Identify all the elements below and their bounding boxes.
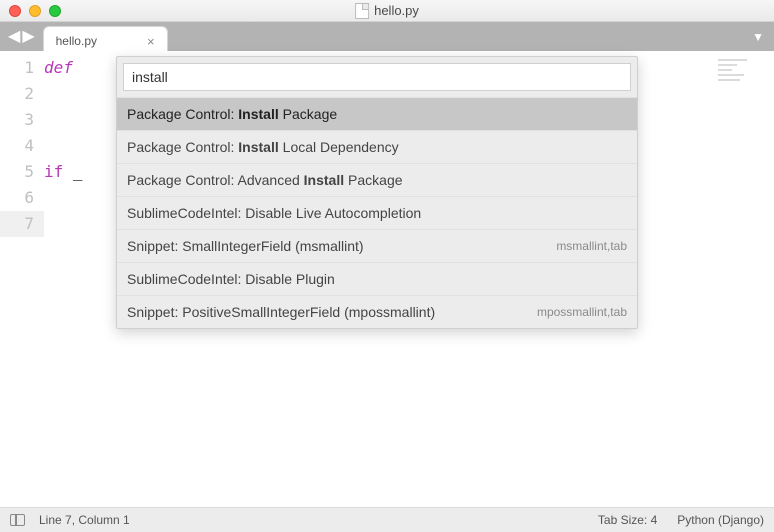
status-position[interactable]: Line 7, Column 1 (39, 513, 130, 527)
tab-overflow-icon[interactable]: ▼ (752, 30, 764, 44)
close-window-button[interactable] (9, 5, 21, 17)
tab-label: hello.py (56, 34, 97, 48)
window-controls (9, 5, 61, 17)
window-title: hello.py (355, 3, 419, 19)
palette-item[interactable]: Snippet: PositiveSmallIntegerField (mpos… (117, 295, 637, 328)
statusbar: Line 7, Column 1 Tab Size: 4 Python (Dja… (0, 507, 774, 532)
command-palette: install Package Control: Install Package… (116, 56, 638, 329)
palette-item[interactable]: Snippet: SmallIntegerField (msmallint) m… (117, 229, 637, 262)
line-number: 5 (24, 162, 34, 181)
titlebar: hello.py (0, 0, 774, 22)
zoom-window-button[interactable] (49, 5, 61, 17)
tab-strip: ◀ ▶ hello.py × ▼ (0, 22, 774, 51)
palette-item[interactable]: Package Control: Advanced Install Packag… (117, 163, 637, 196)
command-palette-list: Package Control: Install Package Package… (117, 97, 637, 328)
status-tab-size[interactable]: Tab Size: 4 (598, 513, 657, 527)
command-palette-query: install (132, 69, 168, 85)
code-text (44, 188, 63, 207)
minimap[interactable] (718, 56, 766, 96)
line-number: 2 (24, 84, 34, 103)
palette-hint: mpossmallint,tab (537, 305, 627, 319)
keyword-def: def (44, 58, 73, 77)
line-number: 4 (24, 136, 34, 155)
window-title-text: hello.py (374, 3, 419, 18)
status-syntax[interactable]: Python (Django) (677, 513, 764, 527)
line-number: 1 (24, 58, 34, 77)
palette-item[interactable]: SublimeCodeIntel: Disable Live Autocompl… (117, 196, 637, 229)
tab-close-icon[interactable]: × (147, 34, 155, 49)
palette-item[interactable]: Package Control: Install Package (117, 97, 637, 130)
gutter: 1 2 3 4 5 6 7 (0, 51, 44, 507)
palette-hint: msmallint,tab (556, 239, 627, 253)
palette-item[interactable]: SublimeCodeIntel: Disable Plugin (117, 262, 637, 295)
code-text: _ (63, 162, 82, 181)
forward-button[interactable]: ▶ (22, 29, 34, 45)
command-palette-input[interactable]: install (123, 63, 631, 91)
palette-item[interactable]: Package Control: Install Local Dependenc… (117, 130, 637, 163)
line-number-current: 7 (0, 211, 44, 237)
panel-toggle-icon[interactable] (10, 514, 25, 526)
minimize-window-button[interactable] (29, 5, 41, 17)
file-icon (355, 3, 369, 19)
line-number: 3 (24, 110, 34, 129)
back-button[interactable]: ◀ (8, 29, 20, 45)
nav-arrows: ◀ ▶ (8, 29, 35, 45)
keyword-if: if (44, 162, 63, 181)
line-number: 6 (24, 188, 34, 207)
